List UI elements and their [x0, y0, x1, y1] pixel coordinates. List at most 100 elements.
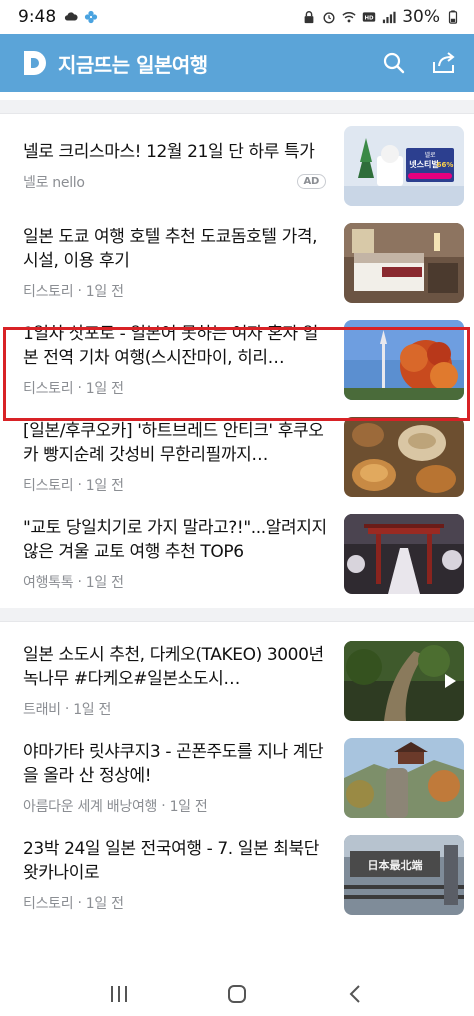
list-item-ad[interactable]: 넬로 크리스마스! 12월 21일 단 하루 특가 넬로 nello AD 넬로… — [10, 117, 464, 214]
item-source: 티스토리 — [23, 895, 74, 912]
item-meta: 트래비 · 1일 전 — [23, 699, 330, 719]
share-icon — [433, 52, 455, 73]
item-title: 1일차 삿포로 - 일본어 못하는 여자 혼자 일본 전역 기차 여행(스시잔마… — [23, 323, 319, 368]
system-navigation-bar — [0, 972, 474, 1016]
status-time: 9:48 — [18, 7, 57, 27]
sign-text: 日本最北端 — [368, 858, 423, 872]
item-title: 넬로 크리스마스! 12월 21일 단 하루 특가 — [23, 141, 315, 162]
item-meta: 티스토리 · 1일 전 — [23, 281, 330, 301]
item-source: 티스토리 — [23, 283, 74, 300]
svg-text:HD: HD — [365, 15, 375, 21]
battery-level: 30% — [402, 7, 440, 27]
item-meta: 티스토리 · 1일 전 — [23, 378, 330, 398]
meta-dot: · — [73, 573, 86, 590]
wifi-icon — [342, 12, 356, 23]
yamadera-image — [344, 737, 464, 818]
page-title: 지금뜨는 일본여행 — [58, 52, 208, 77]
item-time: 1일 전 — [73, 701, 112, 718]
feed-content[interactable]: 넬로 크리스마스! 12월 21일 단 하루 특가 넬로 nello AD 넬로… — [0, 92, 474, 972]
section-divider — [0, 100, 474, 114]
item-source: 넬로 nello — [23, 174, 85, 191]
item-text: 일본 소도시 추천, 다케오(TAKEO) 3000년 녹나무 #다케오#일본소… — [23, 643, 344, 719]
clover-icon — [85, 10, 98, 24]
item-time: 1일 전 — [85, 380, 124, 397]
lock-icon — [304, 11, 314, 24]
item-text: 넬로 크리스마스! 12월 21일 단 하루 특가 넬로 nello AD — [23, 140, 344, 192]
app-logo[interactable] — [20, 48, 50, 78]
item-source: 티스토리 — [23, 477, 74, 494]
item-meta: 티스토리 · 1일 전 — [23, 475, 330, 495]
item-source: 티스토리 — [23, 380, 74, 397]
item-text: [일본/후쿠오카] '하트브레드 안티크' 후쿠오카 빵지순례 갓성비 무한리필… — [23, 419, 344, 495]
list-item[interactable]: 23박 24일 일본 전국여행 - 7. 일본 최북단 왓카나이로 티스토리 ·… — [10, 826, 464, 923]
item-text: 일본 도쿄 여행 호텔 추천 도쿄돔호텔 가격, 시설, 이용 후기 티스토리 … — [23, 225, 344, 301]
item-title: "교토 당일치기로 가지 말라고?!"...알려지지 않은 겨울 교토 여행 추… — [23, 517, 327, 562]
header-actions — [380, 49, 458, 77]
kyoto-winter-shrine-image — [344, 513, 464, 594]
item-time: 1일 전 — [85, 574, 124, 591]
item-thumbnail[interactable] — [344, 222, 464, 303]
wakkanai-sign-image: 日本最北端 — [344, 834, 464, 915]
item-title: 야마가타 릿샤쿠지3 - 곤폰주도를 지나 계단을 올라 산 정상에! — [23, 741, 324, 786]
status-right-icons: HD 30% — [302, 7, 460, 27]
list-item-highlighted[interactable]: 1일차 삿포로 - 일본어 못하는 여자 혼자 일본 전역 기차 여행(스시잔마… — [10, 311, 464, 408]
list-item[interactable]: 일본 도쿄 여행 호텔 추천 도쿄돔호텔 가격, 시설, 이용 후기 티스토리 … — [10, 214, 464, 311]
sapporo-autumn-image — [344, 319, 464, 400]
item-time: 1일 전 — [169, 798, 208, 815]
hd-voice-icon: HD — [362, 12, 376, 22]
item-title: 일본 도쿄 여행 호텔 추천 도쿄돔호텔 가격, 시설, 이용 후기 — [23, 226, 318, 271]
battery-icon — [448, 10, 458, 24]
home-button[interactable] — [217, 979, 257, 1009]
meta-dot: · — [73, 282, 86, 299]
item-meta: 여행톡톡 · 1일 전 — [23, 572, 330, 592]
meta-dot: · — [73, 894, 86, 911]
share-button[interactable] — [430, 49, 458, 77]
hotel-room-image — [344, 222, 464, 303]
item-thumbnail[interactable] — [344, 416, 464, 497]
status-left-icons — [64, 10, 98, 24]
play-icon — [445, 673, 456, 688]
item-meta: 넬로 nello AD — [23, 172, 330, 192]
item-title: 23박 24일 일본 전국여행 - 7. 일본 최북단 왓카나이로 — [23, 838, 319, 883]
item-title: 일본 소도시 추천, 다케오(TAKEO) 3000년 녹나무 #다케오#일본소… — [23, 644, 324, 689]
item-thumbnail[interactable]: 日本最北端 — [344, 834, 464, 915]
item-meta: 티스토리 · 1일 전 — [23, 893, 330, 913]
item-title: [일본/후쿠오카] '하트브레드 안티크' 후쿠오카 빵지순례 갓성비 무한리필… — [23, 420, 324, 465]
item-source: 아름다운 세계 배낭여행 — [23, 798, 158, 815]
recent-apps-icon — [111, 986, 127, 1002]
video-thumbnail[interactable] — [344, 640, 464, 721]
item-time: 1일 전 — [85, 283, 124, 300]
item-text: 23박 24일 일본 전국여행 - 7. 일본 최북단 왓카나이로 티스토리 ·… — [23, 837, 344, 913]
app-header: 지금뜨는 일본여행 — [0, 34, 474, 92]
back-icon — [349, 985, 360, 1003]
meta-dot: · — [73, 379, 86, 396]
daum-logo-icon — [24, 51, 46, 75]
item-time: 1일 전 — [85, 895, 124, 912]
item-thumbnail[interactable] — [344, 513, 464, 594]
search-icon — [383, 52, 405, 74]
recent-apps-button[interactable] — [99, 979, 139, 1009]
item-thumbnail[interactable] — [344, 737, 464, 818]
item-text: 1일차 삿포로 - 일본어 못하는 여자 혼자 일본 전역 기차 여행(스시잔마… — [23, 322, 344, 398]
item-text: 야마가타 릿샤쿠지3 - 곤폰주도를 지나 계단을 올라 산 정상에! 아름다운… — [23, 740, 344, 816]
search-button[interactable] — [380, 49, 408, 77]
item-source: 트래비 — [23, 701, 61, 718]
item-meta: 아름다운 세계 배낭여행 · 1일 전 — [23, 796, 330, 816]
ad-thumb-brand: 넬로 — [424, 151, 436, 159]
list-item[interactable]: 일본 소도시 추천, 다케오(TAKEO) 3000년 녹나무 #다케오#일본소… — [10, 632, 464, 729]
ad-banner-image: 넬로 넷스티벌 66% — [344, 125, 464, 206]
item-thumbnail[interactable]: 넬로 넷스티벌 66% — [344, 125, 464, 206]
ad-thumb-discount: 66% — [437, 161, 454, 169]
item-text: "교토 당일치기로 가지 말라고?!"...알려지지 않은 겨울 교토 여행 추… — [23, 516, 344, 592]
list-item[interactable]: [일본/후쿠오카] '하트브레드 안티크' 후쿠오카 빵지순례 갓성비 무한리필… — [10, 408, 464, 505]
bread-image — [344, 416, 464, 497]
meta-dot: · — [157, 797, 170, 814]
list-item[interactable]: 야마가타 릿샤쿠지3 - 곤폰주도를 지나 계단을 올라 산 정상에! 아름다운… — [10, 729, 464, 826]
item-thumbnail[interactable] — [344, 319, 464, 400]
status-bar: 9:48 HD 30% — [0, 0, 474, 34]
back-button[interactable] — [335, 979, 375, 1009]
list-item[interactable]: "교토 당일치기로 가지 말라고?!"...알려지지 않은 겨울 교토 여행 추… — [10, 505, 464, 602]
cloud-icon — [65, 12, 78, 21]
meta-dot: · — [73, 476, 86, 493]
ad-thumb-line: 넷스티벌 — [409, 159, 438, 169]
